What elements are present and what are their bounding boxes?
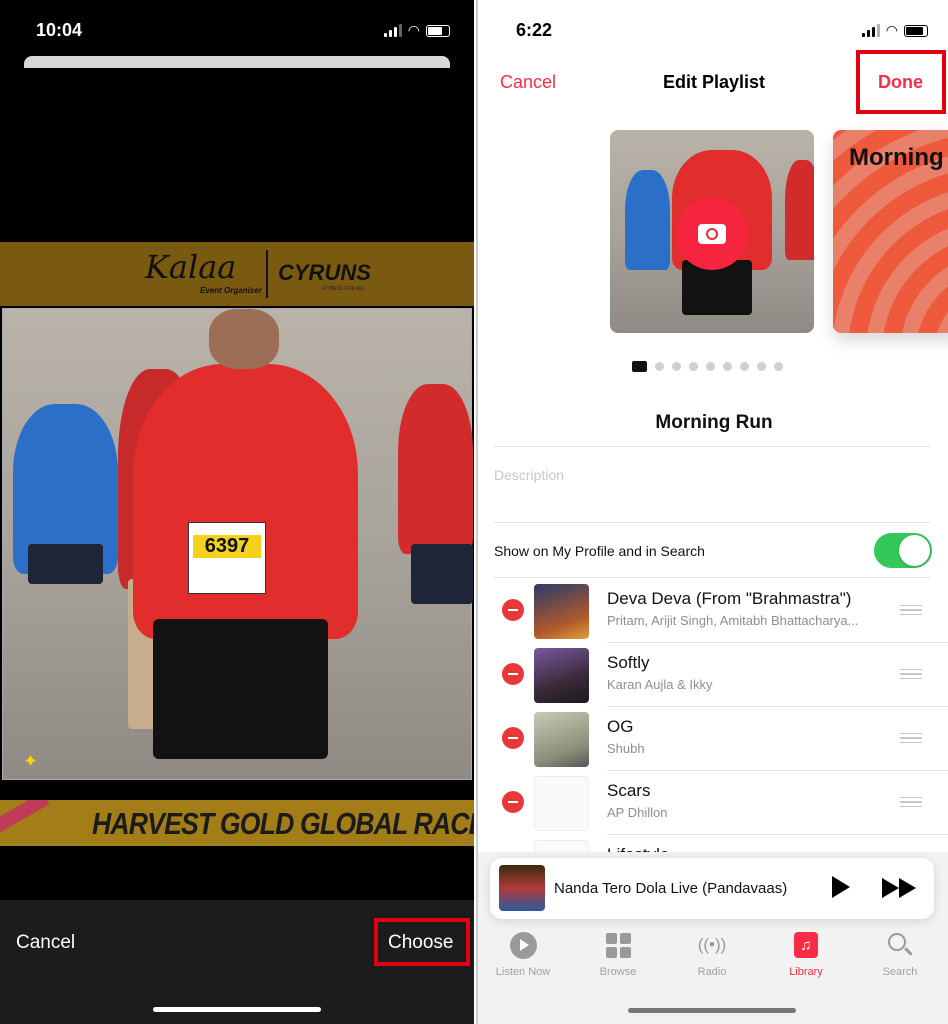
divider: [494, 577, 930, 578]
sparkle-icon: ✦: [23, 751, 39, 771]
battery-icon: [426, 24, 450, 37]
change-photo-button[interactable]: [676, 198, 748, 270]
remove-song-button[interactable]: [502, 791, 524, 813]
forward-icon[interactable]: [882, 878, 916, 898]
song-artist: Karan Aujla & Ikky: [607, 677, 713, 692]
song-row[interactable]: Scars AP Dhillon: [478, 771, 948, 835]
play-icon[interactable]: [832, 876, 850, 898]
playlist-artwork[interactable]: [610, 130, 814, 333]
song-row[interactable]: Softly Karan Aujla & Ikky: [478, 643, 948, 707]
album-art: [534, 712, 589, 767]
search-icon: [887, 932, 913, 958]
page-dot[interactable]: [723, 362, 732, 371]
show-on-profile-toggle[interactable]: [874, 533, 932, 568]
home-indicator: [153, 1007, 321, 1012]
banner-text: HARVEST GOLD GLOBAL RACE 20: [92, 806, 474, 841]
remove-song-button[interactable]: [502, 727, 524, 749]
reorder-handle-icon[interactable]: [900, 669, 922, 679]
banner-bottom: HARVEST GOLD GLOBAL RACE 20: [0, 800, 474, 846]
reorder-handle-icon[interactable]: [900, 605, 922, 615]
page-dot[interactable]: [740, 362, 749, 371]
toggle-label: Show on My Profile and in Search: [494, 543, 705, 559]
signal-icon: [861, 24, 880, 37]
cancel-button[interactable]: Cancel: [16, 932, 75, 954]
remove-song-button[interactable]: [502, 663, 524, 685]
album-art: [534, 776, 589, 831]
tab-listen-now[interactable]: Listen Now: [483, 930, 563, 978]
divider: [494, 446, 930, 447]
song-artist: AP Dhillon: [607, 805, 668, 820]
tab-label: Radio: [697, 966, 727, 978]
battery-icon: [904, 24, 928, 37]
photo-picker-screen: 10:04 ◠ Kalaa Event Organiser CYRUNS FIT…: [0, 0, 474, 1024]
signal-icon: [383, 24, 402, 37]
wifi-icon: ◠: [407, 22, 420, 38]
description-input[interactable]: Description: [494, 467, 564, 483]
kalaa-logo-sub: Event Organiser: [200, 286, 262, 295]
divider: [494, 522, 930, 523]
song-row[interactable]: OG Shubh: [478, 707, 948, 771]
playlist-name-input[interactable]: Morning Run: [478, 412, 948, 434]
now-playing-title: Nanda Tero Dola Live (Pandavaas): [554, 880, 788, 897]
grid-icon: [605, 932, 631, 958]
album-art: [534, 584, 589, 639]
page-dot[interactable]: [689, 362, 698, 371]
camera-icon: [632, 361, 647, 372]
page-dot[interactable]: [655, 362, 664, 371]
remove-song-button[interactable]: [502, 599, 524, 621]
status-icons: ◠: [861, 22, 928, 39]
logo-divider: [266, 250, 268, 298]
cancel-button[interactable]: Cancel: [500, 72, 556, 93]
status-time: 10:04: [36, 20, 83, 40]
next-artwork-card[interactable]: Morning R: [833, 130, 948, 333]
song-title: OG: [607, 717, 634, 736]
tab-label: Browse: [599, 966, 637, 978]
highlight-box: [856, 50, 946, 114]
page-dot[interactable]: [774, 362, 783, 371]
mini-player[interactable]: Nanda Tero Dola Live (Pandavaas): [490, 858, 934, 919]
highlight-box: [374, 918, 470, 966]
song-title: Deva Deva (From "Brahmastra"): [607, 589, 852, 608]
song-title: Softly: [607, 653, 650, 672]
kalaa-logo: Kalaa: [145, 248, 237, 286]
home-indicator: [628, 1008, 796, 1013]
status-icons: ◠: [383, 22, 450, 39]
album-art: [534, 648, 589, 703]
wifi-icon: ◠: [885, 22, 898, 38]
bib-number: 6397: [193, 535, 261, 558]
song-artist: Shubh: [607, 741, 645, 756]
sheet-handle: [24, 56, 450, 68]
song-artist: Pritam, Arijit Singh, Amitabh Bhattachar…: [607, 613, 859, 628]
now-playing-art: [499, 865, 545, 911]
cyruns-logo: CYRUNS: [278, 260, 371, 285]
tab-library[interactable]: ♫ Library: [766, 930, 846, 978]
tab-label: Library: [789, 966, 823, 978]
reorder-handle-icon[interactable]: [900, 733, 922, 743]
song-title: Scars: [607, 781, 651, 800]
banner-top: Kalaa Event Organiser CYRUNS FITNESS FOR…: [0, 242, 474, 306]
picker-toolbar: Cancel Choose: [0, 900, 474, 1024]
artwork-title: Morning R: [849, 144, 948, 171]
song-row[interactable]: Deva Deva (From "Brahmastra") Pritam, Ar…: [478, 579, 948, 643]
page-dot[interactable]: [757, 362, 766, 371]
play-circle-icon: [509, 931, 537, 959]
page-dot[interactable]: [672, 362, 681, 371]
tab-radio[interactable]: ((•)) Radio: [672, 930, 752, 978]
page-dot[interactable]: [706, 362, 715, 371]
tab-label: Search: [882, 966, 918, 978]
camera-icon: [698, 224, 726, 244]
cyruns-logo-sub: FITNESS FOR ALL: [322, 286, 366, 292]
tab-label: Listen Now: [495, 966, 551, 978]
status-time: 6:22: [516, 20, 553, 40]
edit-playlist-screen: 6:22 ◠ Cancel Edit Playlist Done Morning…: [476, 0, 948, 1024]
artwork-page-dots[interactable]: [632, 361, 783, 372]
music-library-icon: ♫: [794, 932, 818, 958]
tab-search[interactable]: Search: [860, 930, 940, 978]
reorder-handle-icon[interactable]: [900, 797, 922, 807]
radio-waves-icon: ((•)): [697, 935, 727, 954]
tab-browse[interactable]: Browse: [578, 930, 658, 978]
crop-photo[interactable]: 6397 ✦: [2, 308, 473, 780]
